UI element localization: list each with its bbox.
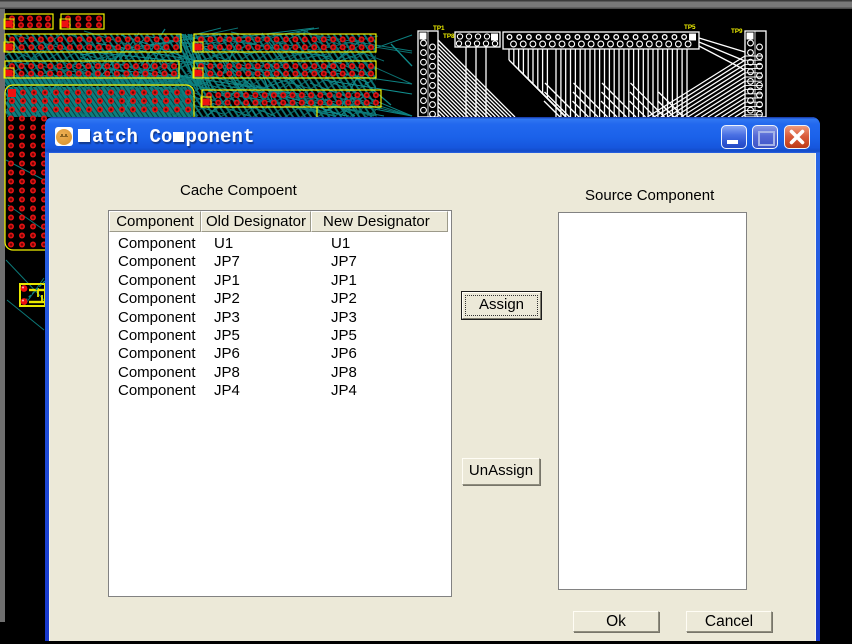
svg-text:TP1: TP1 [433,25,445,32]
svg-text:TP8: TP8 [443,33,455,40]
svg-text:TP9: TP9 [731,28,743,35]
svg-text:TP5: TP5 [684,24,696,31]
